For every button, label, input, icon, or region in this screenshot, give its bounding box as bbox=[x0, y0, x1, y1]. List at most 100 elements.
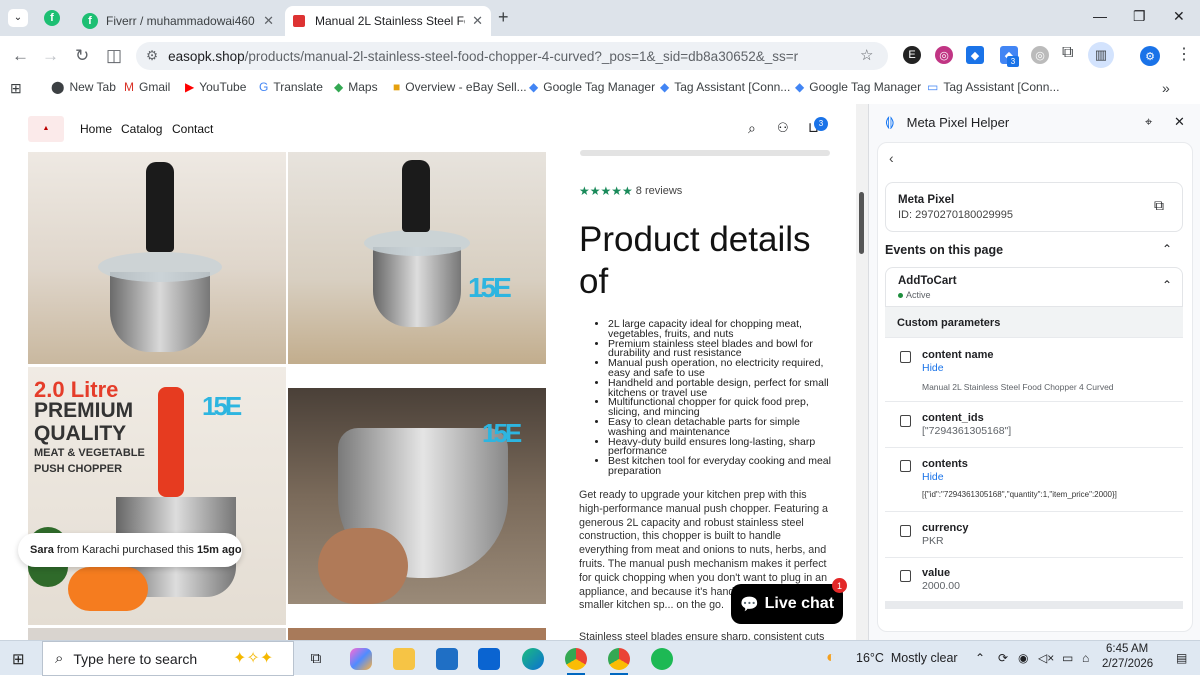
notifications-icon[interactable]: ▤ bbox=[1176, 651, 1187, 665]
tab-search-button[interactable]: ⌄ bbox=[8, 9, 28, 27]
collapse-chevron-icon[interactable]: ⌃ bbox=[1162, 242, 1172, 256]
store-app-icon[interactable] bbox=[436, 648, 458, 670]
scrollbar-thumb[interactable] bbox=[859, 192, 864, 254]
browser-menu-icon[interactable]: ⋮ bbox=[1176, 44, 1192, 64]
purchase-toast[interactable]: Sara from Karachi purchased this 15m ago bbox=[18, 533, 242, 567]
windows-start-icon[interactable]: ⊞ bbox=[12, 650, 25, 668]
weather-text[interactable]: 16°C Mostly clear bbox=[856, 651, 958, 665]
volume-mute-icon[interactable]: ◁× bbox=[1038, 651, 1054, 665]
minimize-button[interactable]: — bbox=[1093, 8, 1107, 24]
store-favicon-icon bbox=[293, 15, 305, 27]
bookmark-new-tab[interactable]: ⬤ New Tab bbox=[51, 80, 116, 94]
clock-time[interactable]: 6:45 AM bbox=[1106, 643, 1148, 655]
restore-button[interactable]: ❐ bbox=[1133, 8, 1146, 25]
network-icon[interactable]: ⌂ bbox=[1082, 651, 1089, 665]
tray-overflow-icon[interactable]: ⌃ bbox=[975, 651, 985, 665]
reload-button[interactable]: ↻ bbox=[75, 46, 89, 66]
param-name: contents bbox=[922, 458, 968, 470]
task-view-icon[interactable]: ⧉ bbox=[305, 648, 327, 670]
account-icon[interactable]: ⚇ bbox=[777, 120, 789, 136]
bookmark-youtube[interactable]: ▶ YouTube bbox=[185, 80, 246, 94]
taskbar-search-input[interactable]: ⌕ Type here to search ✦✧✦ bbox=[42, 641, 294, 676]
product-image-1[interactable] bbox=[28, 152, 286, 364]
hide-link[interactable]: Hide bbox=[922, 471, 944, 483]
copilot-app-icon[interactable] bbox=[350, 648, 372, 670]
file-explorer-icon[interactable] bbox=[393, 648, 415, 670]
nav-contact[interactable]: Contact bbox=[172, 122, 213, 136]
rating[interactable]: ★★★★★ 8 reviews bbox=[579, 184, 682, 198]
extension-tag-icon[interactable]: ◆ bbox=[966, 46, 984, 64]
extension-badge: 3 bbox=[1007, 56, 1019, 67]
side-panel-icon[interactable]: ▥ bbox=[1088, 42, 1114, 68]
panel-title: Meta Pixel Helper bbox=[906, 114, 1010, 130]
product-image-6[interactable] bbox=[288, 628, 546, 640]
fiverr-pinned-tab[interactable]: f bbox=[44, 10, 60, 26]
search-icon[interactable]: ⌕ bbox=[748, 120, 756, 137]
bookmarks-overflow-icon[interactable]: » bbox=[1162, 80, 1170, 96]
brand-logo-icon: 15E bbox=[202, 391, 242, 421]
bookmark-maps[interactable]: ◆ Maps bbox=[334, 80, 378, 94]
bookmark-star-icon[interactable]: ☆ bbox=[860, 46, 873, 64]
page-scrollbar[interactable] bbox=[856, 104, 868, 640]
event-status-dot-icon bbox=[898, 293, 903, 298]
tab-label: Fiverr / muhammadowai460 / E bbox=[106, 14, 256, 28]
event-card[interactable]: AddToCart Active ⌃ bbox=[885, 267, 1183, 307]
spotify-icon[interactable] bbox=[651, 648, 673, 670]
close-panel-icon[interactable]: ✕ bbox=[1174, 114, 1185, 130]
outlook-icon[interactable] bbox=[478, 648, 500, 670]
event-chevron-icon[interactable]: ⌃ bbox=[1162, 278, 1172, 292]
extensions-puzzle-icon[interactable]: ⧉ bbox=[1062, 44, 1073, 62]
param-name: content name bbox=[922, 349, 994, 361]
camera-icon[interactable]: ◉ bbox=[1018, 651, 1028, 665]
bookmark-translate[interactable]: G Translate bbox=[259, 80, 323, 94]
product-image-3[interactable]: 2.0 Litre PREMIUM QUALITY MEAT & VEGETAB… bbox=[28, 367, 286, 625]
chrome-icon[interactable] bbox=[565, 648, 587, 670]
tab-fiverr[interactable]: f Fiverr / muhammadowai460 / E ✕ bbox=[74, 6, 282, 36]
unpin-icon[interactable]: ⌖ bbox=[1145, 114, 1152, 130]
live-chat-button[interactable]: 💬 Live chat bbox=[731, 584, 843, 624]
battery-icon[interactable]: ▭ bbox=[1062, 651, 1073, 665]
extension-insta-icon[interactable]: ◎ bbox=[935, 46, 953, 64]
forward-button[interactable]: → bbox=[42, 46, 59, 66]
close-tab-icon[interactable]: ✕ bbox=[472, 13, 483, 29]
back-chevron-icon[interactable]: ‹ bbox=[889, 150, 894, 166]
back-button[interactable]: ← bbox=[12, 46, 29, 66]
hide-link[interactable]: Hide bbox=[922, 362, 944, 374]
address-bar[interactable]: ⚙ easopk.shop/products/manual-2l-stainle… bbox=[136, 42, 888, 70]
new-tab-button[interactable]: + bbox=[498, 7, 509, 28]
chopper-lid bbox=[364, 230, 470, 256]
store-logo[interactable]: ▲ bbox=[28, 116, 64, 142]
product-image-4[interactable]: 15E bbox=[288, 388, 546, 604]
edge-icon[interactable] bbox=[522, 648, 544, 670]
bookmark-gtm-2[interactable]: ◆ Google Tag Manager bbox=[795, 80, 921, 94]
bookmark-gtm-1[interactable]: ◆ Google Tag Manager bbox=[529, 80, 655, 94]
apps-grid-icon[interactable]: ⊞ bbox=[10, 80, 22, 97]
sync-icon[interactable]: ⟳ bbox=[998, 651, 1008, 665]
product-image-5[interactable] bbox=[28, 628, 286, 640]
weather-icon[interactable]: ◐ bbox=[826, 649, 836, 667]
nav-catalog[interactable]: Catalog bbox=[121, 122, 162, 136]
split-view-icon[interactable]: ◫ bbox=[106, 46, 122, 66]
close-tab-icon[interactable]: ✕ bbox=[263, 13, 274, 29]
divider-bar bbox=[580, 150, 830, 156]
clock-date[interactable]: 2/27/2026 bbox=[1102, 658, 1153, 670]
url-host: easopk.shop bbox=[168, 48, 245, 64]
extension-e-icon[interactable]: E bbox=[903, 46, 921, 64]
list-item: Manual push operation, no electricity re… bbox=[608, 358, 836, 379]
param-value: 2000.00 bbox=[922, 580, 960, 592]
site-info-icon[interactable]: ⚙ bbox=[146, 48, 158, 64]
tab-label: Manual 2L Stainless Steel Food bbox=[315, 14, 465, 28]
close-window-button[interactable]: ✕ bbox=[1173, 8, 1185, 25]
bookmark-gmail[interactable]: M Gmail bbox=[124, 80, 170, 94]
translate-icon: G bbox=[259, 80, 269, 94]
extension-grey-icon[interactable]: ◎ bbox=[1031, 46, 1049, 64]
product-image-2[interactable]: 15E bbox=[288, 152, 546, 364]
profile-avatar[interactable]: ⚙ bbox=[1140, 46, 1160, 66]
bookmark-tag-assistant-2[interactable]: ▭ Tag Assistant [Conn... bbox=[927, 80, 1059, 94]
tab-product[interactable]: Manual 2L Stainless Steel Food ✕ bbox=[285, 6, 491, 36]
bookmark-tag-assistant-1[interactable]: ◆ Tag Assistant [Conn... bbox=[660, 80, 790, 94]
nav-home[interactable]: Home bbox=[80, 122, 112, 136]
bookmark-ebay[interactable]: ■ Overview - eBay Sell... bbox=[393, 80, 527, 94]
chrome-profile-icon[interactable] bbox=[608, 648, 630, 670]
copy-icon[interactable]: ⧉ bbox=[1154, 197, 1164, 214]
